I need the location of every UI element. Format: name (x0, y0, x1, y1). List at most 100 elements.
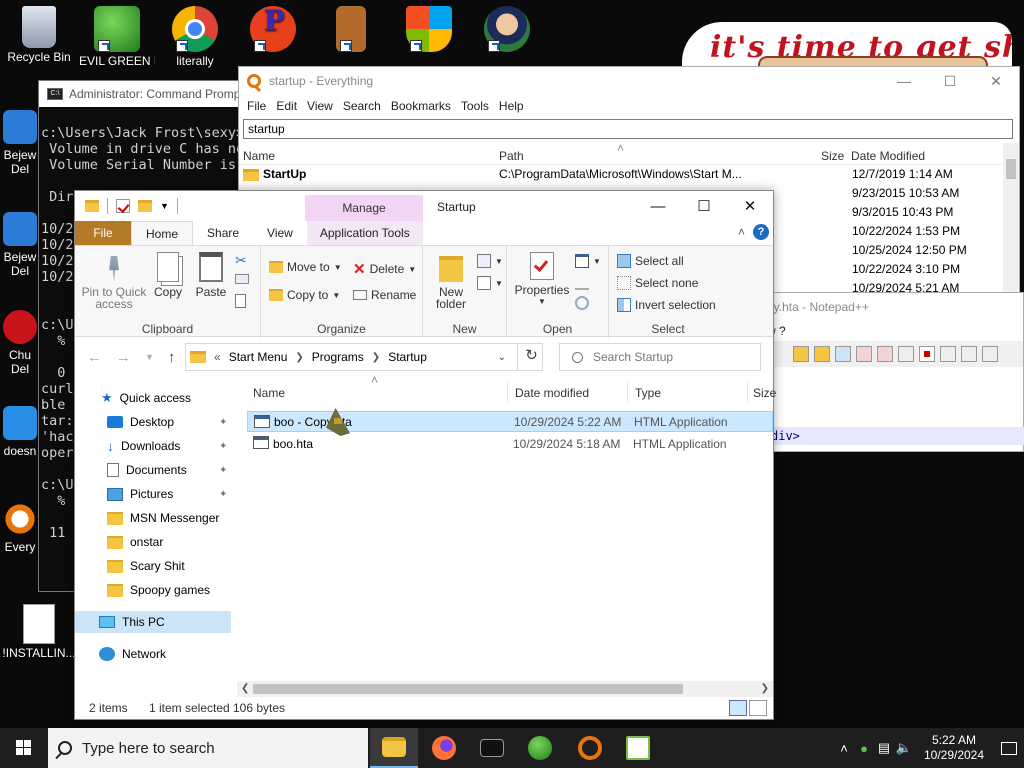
search-input[interactable]: Search Startup (559, 343, 761, 371)
notepadpp-window[interactable]: py.hta - Notepad++ w ? div> (756, 292, 1024, 452)
col-path[interactable]: Path (499, 149, 524, 163)
notepadpp-code-line[interactable]: div> (757, 427, 1024, 445)
desktop-icon-everything[interactable]: Every (0, 502, 40, 554)
copy-to-button[interactable]: Copy to ▼ (269, 288, 340, 302)
close-button[interactable]: ✕ (727, 191, 773, 221)
taskbar-everything[interactable] (566, 728, 614, 768)
help-icon[interactable]: ? (753, 224, 769, 240)
toolbar-icon[interactable] (856, 346, 872, 362)
up-button[interactable]: ↑ (168, 349, 176, 366)
nav-spoopy-games[interactable]: Spoopy games (75, 579, 235, 601)
desktop-icon-purple-nights[interactable]: P (235, 2, 311, 54)
col-size[interactable]: Size (821, 149, 844, 163)
stop-icon[interactable] (940, 346, 956, 362)
menu-help[interactable]: Help (495, 99, 530, 113)
address-bar[interactable]: « Start Menu ❯ Programs ❯ Startup ⌄ (185, 343, 543, 371)
menu-bookmarks[interactable]: Bookmarks (387, 99, 457, 113)
nav-downloads[interactable]: ↓ Downloads ✦ (75, 435, 235, 457)
msn-tray-icon[interactable]: ● (854, 741, 874, 756)
menu-search[interactable]: Search (339, 99, 387, 113)
desktop-icon-spoopy[interactable] (313, 2, 389, 54)
horizontal-scrollbar[interactable]: ❮ ❯ (237, 681, 773, 697)
quick-access-dropdown-icon[interactable]: ▼ (160, 201, 169, 211)
desktop-icon-bejeweled-2[interactable]: Bejew Del (0, 212, 40, 278)
cmd-title-bar[interactable]: C:\ Administrator: Command Prompt (39, 81, 247, 107)
tab-manage[interactable]: Manage (305, 195, 423, 221)
col-type-header[interactable]: Type (635, 386, 661, 400)
notifications-button[interactable] (994, 728, 1024, 768)
taskbar-command-prompt[interactable] (468, 728, 516, 768)
back-button[interactable]: ← (87, 349, 102, 366)
chevron-right-icon[interactable]: ❯ (295, 352, 303, 363)
edit-icon[interactable] (575, 276, 589, 290)
maximize-button[interactable]: ☐ (927, 67, 973, 95)
nav-scary-shit[interactable]: Scary Shit (75, 555, 235, 577)
nav-pictures[interactable]: Pictures ✦ (75, 483, 235, 505)
toolbar-icon[interactable] (835, 346, 851, 362)
recent-locations-icon[interactable]: ▼ (145, 352, 154, 362)
desktop-icon-chrome[interactable]: literally (157, 2, 233, 68)
clock[interactable]: 5:22 AM 10/29/2024 (914, 733, 994, 763)
desktop-icon-bejeweled-1[interactable]: Bejew Del (0, 110, 40, 176)
breadcrumb-programs[interactable]: Programs (312, 350, 364, 364)
new-item-icon[interactable]: ▼ (477, 254, 503, 268)
refresh-button[interactable]: ↻ (517, 343, 545, 371)
scrollbar-thumb[interactable] (1006, 159, 1016, 179)
notepadpp-menu[interactable]: w ? (757, 321, 1023, 341)
taskbar-file-explorer[interactable] (370, 728, 418, 768)
tab-view[interactable]: View (253, 221, 307, 245)
col-date-header[interactable]: Date modified (515, 386, 589, 400)
cut-icon[interactable]: ✂ (235, 252, 247, 269)
details-view-icon[interactable] (729, 700, 747, 716)
start-button[interactable] (0, 728, 48, 768)
breadcrumb-overflow-icon[interactable]: « (214, 350, 221, 364)
select-all-button[interactable]: Select all (617, 254, 684, 268)
tab-home[interactable]: Home (131, 221, 194, 245)
copy-path-icon[interactable] (235, 274, 249, 284)
tab-share[interactable]: Share (193, 221, 253, 245)
paste-button[interactable]: Paste (193, 252, 229, 298)
everything-search-input[interactable]: startup (243, 119, 1013, 139)
scroll-left-icon[interactable]: ❮ (241, 681, 249, 697)
desktop-icon-doesn[interactable]: doesn (0, 406, 40, 458)
pin-quick-access-button[interactable]: Pin to Quick access (81, 252, 147, 310)
nav-desktop[interactable]: Desktop ✦ (75, 411, 235, 433)
new-folder-button[interactable]: New folder (431, 252, 471, 310)
eye-icon[interactable] (898, 346, 914, 362)
open-dropdown-icon[interactable]: ▼ (575, 254, 601, 268)
network-tray-icon[interactable]: ▤ (874, 740, 894, 756)
notepadpp-title-bar[interactable]: py.hta - Notepad++ (757, 293, 1023, 321)
toolbar-icon[interactable] (877, 346, 893, 362)
desktop-icon-installing[interactable]: !INSTALLIN... (1, 600, 77, 660)
menu-file[interactable]: File (243, 99, 272, 113)
nav-onstar[interactable]: onstar (75, 531, 235, 553)
delete-button[interactable]: ✕ Delete ▼ (353, 260, 416, 278)
menu-edit[interactable]: Edit (272, 99, 303, 113)
tab-application-tools[interactable]: Application Tools (306, 221, 423, 245)
desktop-icon-msn[interactable]: EVIL GREEN MSN GO (79, 2, 155, 68)
taskbar-firefox[interactable] (420, 728, 468, 768)
scroll-right-icon[interactable]: ❯ (761, 681, 769, 697)
show-hidden-icons[interactable]: ˄ (834, 741, 854, 756)
volume-icon[interactable]: 🔈 (894, 740, 914, 756)
new-folder-icon[interactable] (138, 200, 152, 212)
minimize-button[interactable]: — (881, 67, 927, 95)
file-explorer-window[interactable]: ▼ Manage Startup — ☐ ✕ File Home Share V… (74, 190, 776, 720)
forward-button[interactable]: → (116, 349, 131, 366)
properties-check-icon[interactable] (116, 199, 130, 213)
move-to-button[interactable]: Move to ▼ (269, 260, 342, 274)
desktop-icon-windows[interactable] (391, 2, 467, 54)
rename-button[interactable]: Rename (353, 288, 416, 302)
toolbar-icon[interactable] (793, 346, 809, 362)
nav-this-pc[interactable]: This PC (75, 611, 231, 633)
table-row[interactable]: boo.hta 10/29/2024 5:18 AM HTML Applicat… (247, 433, 773, 454)
large-icons-view-icon[interactable] (749, 700, 767, 716)
everything-scrollbar[interactable] (1003, 143, 1019, 297)
list-item[interactable]: StartUp C:\ProgramData\Microsoft\Windows… (239, 165, 1019, 184)
desktop-icon-legend[interactable] (469, 2, 545, 54)
scrollbar-thumb[interactable] (253, 684, 683, 694)
select-none-button[interactable]: Select none (617, 276, 698, 290)
col-name[interactable]: Name (243, 149, 275, 163)
col-size-header[interactable]: Size (753, 386, 776, 400)
easy-access-icon[interactable]: ▼ (477, 276, 503, 290)
